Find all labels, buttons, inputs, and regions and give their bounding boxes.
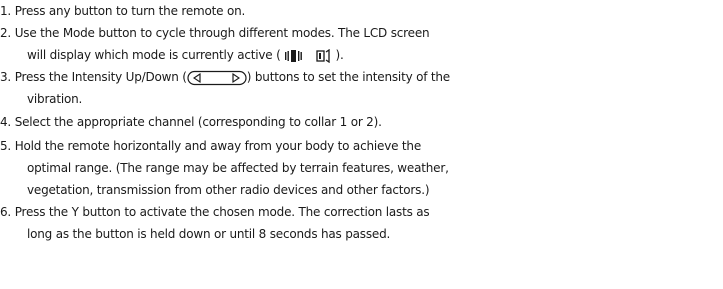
step-6: 6. Press the Y button to activate the ch…	[0, 201, 723, 245]
tone-mode-icon	[316, 48, 332, 63]
step-text: Press any button to turn the remote on.	[14, 4, 246, 18]
step-text: long as the button is held down or until…	[27, 227, 391, 241]
step-text: vegetation, transmission from other radi…	[27, 183, 430, 197]
step-number: 5.	[0, 139, 12, 153]
step-text: Use the Mode button to cycle through dif…	[14, 26, 430, 40]
step-number: 4.	[0, 115, 12, 129]
intensity-up-down-icon	[187, 70, 247, 86]
step-4: 4. Select the appropriate channel (corre…	[0, 111, 723, 133]
step-5: 5. Hold the remote horizontally and away…	[0, 135, 723, 201]
step-number: 3.	[0, 70, 12, 84]
step-1: 1. Press any button to turn the remote o…	[0, 0, 723, 22]
instructions-list: 1. Press any button to turn the remote o…	[0, 0, 723, 289]
step-number: 1.	[0, 4, 12, 18]
step-text: ) buttons to set the intensity of the	[246, 70, 450, 84]
step-text: Press the Intensity Up/Down (	[14, 70, 187, 84]
step-3: 3. Press the Intensity Up/Down ( ) butto…	[0, 66, 723, 110]
step-text-end: ).	[335, 48, 344, 62]
step-text: Hold the remote horizontally and away fr…	[14, 139, 422, 153]
step-number: 2.	[0, 26, 12, 40]
step-text: optimal range. (The range may be affecte…	[27, 161, 449, 175]
step-text: Select the appropriate channel (correspo…	[14, 115, 382, 129]
step-number: 6.	[0, 205, 12, 219]
step-text: will display which mode is currently act…	[27, 48, 281, 62]
vibration-mode-icon	[284, 49, 306, 63]
step-2: 2. Use the Mode button to cycle through …	[0, 22, 723, 66]
step-text: vibration.	[27, 92, 83, 106]
step-text: Press the Y button to activate the chose…	[14, 205, 430, 219]
